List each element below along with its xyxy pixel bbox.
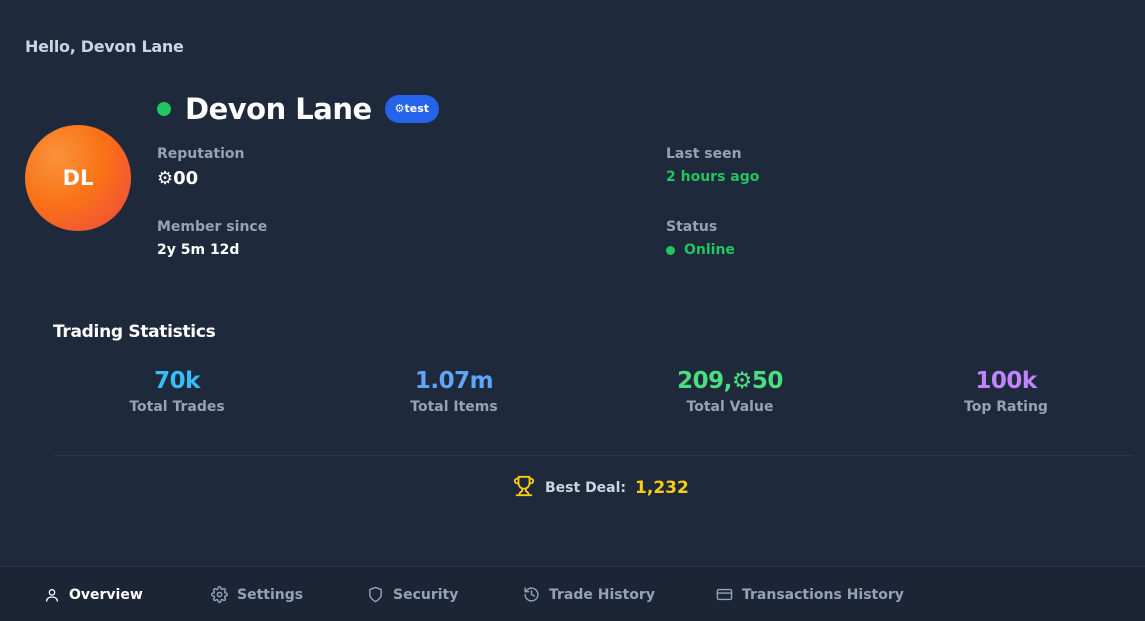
stats-divider — [53, 455, 1133, 456]
history-icon — [524, 587, 539, 602]
stat-top-rating: 100k Top Rating — [906, 368, 1106, 415]
member-since-value: 2y 5m 12d — [157, 242, 240, 258]
stat-value: 100k — [975, 368, 1037, 394]
avatar: DL — [25, 125, 131, 231]
best-deal-value: 1,232 — [635, 478, 689, 498]
reputation-value: ⚙00 — [157, 168, 199, 189]
last-seen-label: Last seen — [666, 146, 742, 162]
online-indicator — [157, 102, 171, 116]
tab-security[interactable]: Security — [367, 567, 458, 621]
greeting-text: Hello, Devon Lane — [25, 37, 184, 56]
status-dot — [666, 245, 675, 255]
shield-icon — [369, 586, 382, 603]
status-block: Status Online — [666, 219, 735, 258]
avatar-initials: DL — [62, 166, 94, 190]
reputation-block: Reputation ⚙00 — [157, 146, 244, 189]
tab-label: Trade History — [549, 586, 655, 603]
stat-total-value: 209,⚙50 Total Value — [630, 368, 830, 415]
stat-value: 209,⚙50 — [677, 368, 783, 394]
tab-label: Security — [393, 586, 459, 603]
best-deal: Best Deal: 1,232 — [513, 475, 689, 501]
stat-value: 1.07m — [414, 368, 494, 394]
stat-value: 70k — [154, 368, 200, 394]
stat-label: Total Items — [410, 399, 498, 415]
stat-label: Total Trades — [129, 399, 225, 415]
stat-label: Top Rating — [964, 399, 1048, 415]
user-icon — [46, 588, 58, 602]
last-seen-block: Last seen 2 hours ago — [666, 146, 759, 185]
last-seen-value: 2 hours ago — [666, 169, 760, 185]
member-since-block: Member since 2y 5m 12d — [157, 219, 267, 258]
tab-label: Transactions History — [742, 586, 904, 603]
tab-overview[interactable]: Overview — [44, 567, 143, 621]
status-label: Status — [666, 219, 718, 235]
tab-label: Overview — [69, 586, 143, 603]
member-since-label: Member since — [157, 219, 268, 235]
status-value: Online — [684, 242, 735, 258]
best-deal-label: Best Deal: — [545, 480, 627, 496]
trading-statistics-title: Trading Statistics — [53, 322, 216, 342]
tab-settings[interactable]: Settings — [211, 567, 303, 621]
profile-tab-bar: Overview Settings Security Trade History — [0, 566, 1145, 621]
gear-icon — [211, 586, 228, 603]
profile-badge: ⚙test — [384, 95, 440, 123]
profile-name-row: Devon Lane ⚙test — [157, 90, 440, 128]
profile-name: Devon Lane — [185, 92, 372, 126]
profile-page: Hello, Devon Lane DL Devon Lane ⚙test Re… — [0, 0, 1145, 621]
stat-label: Total Value — [686, 399, 774, 415]
tab-transactions-history[interactable]: Transactions History — [716, 567, 904, 621]
trophy-icon — [513, 475, 535, 501]
stat-total-trades: 70k Total Trades — [77, 368, 277, 415]
tab-label: Settings — [237, 586, 304, 603]
credit-card-icon — [716, 588, 733, 601]
stat-total-items: 1.07m Total Items — [354, 368, 554, 415]
tab-trade-history[interactable]: Trade History — [523, 567, 655, 621]
reputation-label: Reputation — [157, 146, 245, 162]
